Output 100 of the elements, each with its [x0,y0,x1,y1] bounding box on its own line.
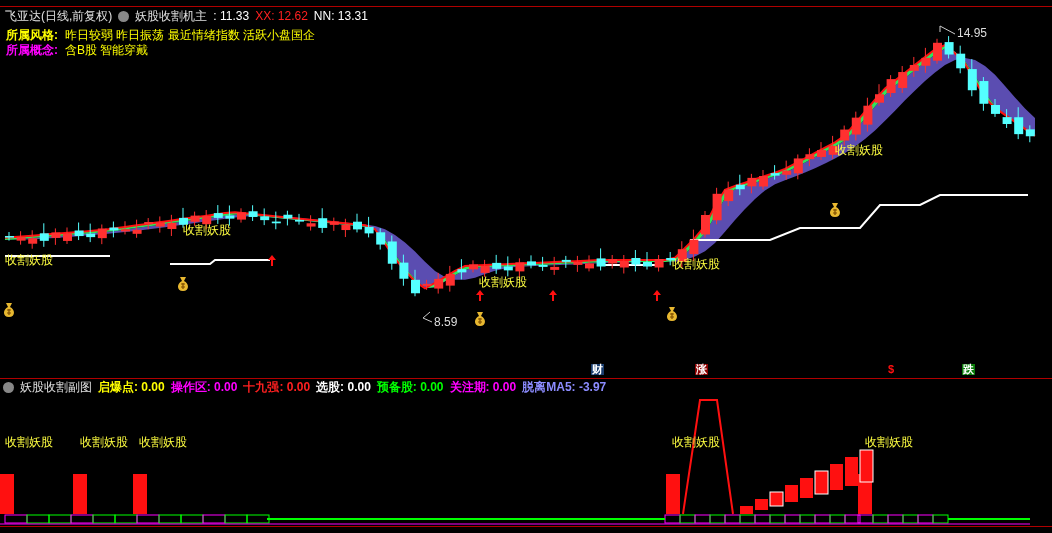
money-bag-icon [176,276,190,292]
candlestick [260,207,270,226]
indicator-value: 操作区: 0.00 [170,381,238,393]
money-bag-icon [828,202,842,218]
up-arrow-icon [268,255,276,266]
candlestick [805,147,815,167]
candlestick [213,204,223,225]
candlestick [573,255,583,273]
candlestick [654,254,664,272]
signal-label: 收割妖股 [479,276,527,288]
candlestick [5,231,14,242]
candlestick [457,258,467,280]
signal-label: 收割妖股 [5,436,53,448]
candlestick [770,164,780,181]
candlestick [74,222,84,241]
candlestick [121,220,130,235]
candlestick [283,210,293,226]
candlestick [596,247,606,271]
signal-label: 收割妖股 [672,258,720,270]
candlestick [411,269,420,297]
candlestick [863,97,873,133]
candlestick [167,214,177,237]
signal-label: 收割妖股 [183,224,231,236]
candlestick [16,230,26,246]
candlestick [782,160,792,181]
price-label: 14.95 [957,27,988,39]
dropdown-icon[interactable] [3,381,14,393]
candlestick [306,214,316,232]
candlestick [51,227,61,246]
candlestick [480,259,490,278]
candlestick [434,272,444,295]
event-marker[interactable]: 跌 [962,364,975,375]
stock-title: 飞亚达(日线,前复权) [5,10,113,22]
money-bag-icon [473,311,487,327]
candlestick [341,218,351,238]
candlestick [97,223,107,245]
candlestick [561,255,571,269]
candlestick [86,223,96,243]
indicator-value: 启爆点: 0.00 [98,381,165,393]
candlestick [619,254,629,274]
candlestick [28,229,38,250]
indicator-value: : 11.33 [213,10,250,22]
indicator-value: NN: 13.31 [313,10,368,22]
candlestick [295,213,304,226]
candlestick [991,98,1000,118]
candlestick [817,141,826,161]
candlestick [909,56,919,78]
up-arrow-icon [549,290,557,301]
candlestick [399,254,409,287]
candlestick [851,111,861,142]
candlestick [353,213,362,233]
candlestick [608,254,618,269]
candlestick [132,219,142,239]
event-marker[interactable]: $ [887,364,896,375]
candlestick [631,249,641,272]
candlestick [492,254,502,275]
candlestick [271,211,281,230]
candlestick [237,207,246,224]
indicator-value: 十九强: 0.00 [243,381,311,393]
indicator-value: 预备股: 0.00 [376,381,444,393]
event-marker[interactable]: 财 [591,364,604,375]
candlestick [921,47,931,74]
dropdown-icon[interactable] [118,10,130,22]
candlestick [735,174,745,196]
event-marker[interactable]: 涨 [695,364,708,375]
candlestick [793,153,803,180]
candlestick [759,169,768,190]
candlestick [724,181,734,207]
candlestick [1002,108,1012,129]
candlestick [875,83,884,107]
info-label: 所属风格: [6,29,58,41]
sub-chart-title: 妖股收割副图 [20,381,92,393]
candlestick [712,187,722,225]
candlestick [63,227,72,245]
indicator-value: 关注期: 0.00 [449,381,517,393]
candlestick [445,265,455,293]
candlestick [469,259,478,273]
candlestick [747,173,757,194]
candlestick [550,256,560,276]
indicator-value: XX: 12.62 [255,10,308,22]
candlestick [503,255,513,277]
candlestick [527,254,536,269]
candlestick [39,222,49,248]
signal-bar [73,474,87,514]
candlestick [898,65,908,94]
price-label: 8.59 [434,316,458,328]
candlestick [701,210,710,238]
indicator-value: 选股: 0.00 [316,381,371,393]
candlestick [956,45,966,74]
candlestick [933,38,942,65]
info-label: 所属概念: [6,44,58,56]
money-bag-icon [2,302,16,318]
signal-label: 收割妖股 [139,436,187,448]
signal-bar [133,474,147,514]
up-arrow-icon [476,290,484,301]
info-value: 昨日较弱 昨日振荡 最近情绪指数 活跃小盘国企 [65,29,315,41]
signal-label: 收割妖股 [865,436,913,448]
candlestick [538,256,548,272]
candlestick [979,76,989,112]
info-value: 含B股 智能穿戴 [65,44,149,56]
